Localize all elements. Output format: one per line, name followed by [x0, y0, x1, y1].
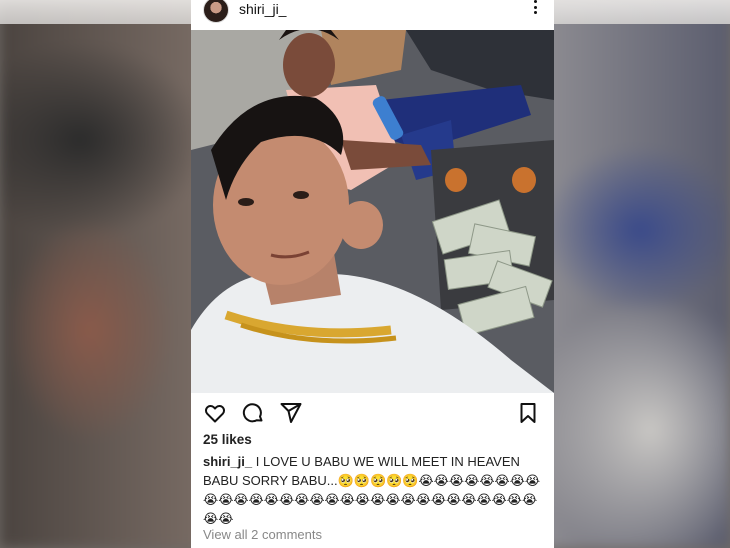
post-username[interactable]: shiri_ji_ — [239, 1, 286, 17]
instagram-post: shiri_ji_ 25 likes shiri_ji_ I LOVE U BA… — [191, 0, 554, 548]
heart-icon[interactable] — [203, 401, 227, 425]
bookmark-icon[interactable] — [516, 401, 540, 425]
avatar[interactable] — [203, 0, 229, 23]
comment-icon[interactable] — [241, 401, 265, 425]
post-actions — [191, 400, 554, 426]
caption-text: I LOVE U BABU WE WILL MEET IN HEAVEN BAB… — [203, 454, 541, 526]
view-comments-link[interactable]: View all 2 comments — [203, 527, 322, 542]
post-header: shiri_ji_ — [191, 0, 554, 30]
more-icon[interactable] — [534, 0, 538, 16]
post-caption: shiri_ji_ I LOVE U BABU WE WILL MEET IN … — [203, 452, 548, 528]
likes-count[interactable]: 25 likes — [203, 432, 252, 447]
caption-username[interactable]: shiri_ji_ — [203, 454, 252, 469]
share-icon[interactable] — [279, 401, 303, 425]
post-photo[interactable] — [191, 30, 554, 393]
photo-illustration — [191, 30, 554, 393]
